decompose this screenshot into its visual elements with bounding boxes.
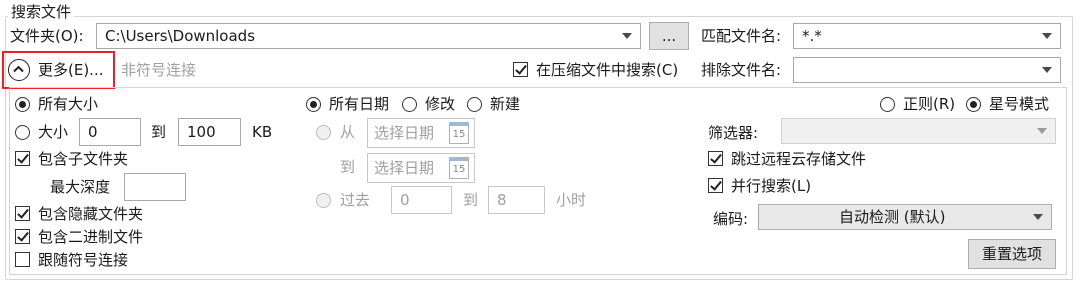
skip-cloud-label: 跳过远程云存储文件 xyxy=(731,150,867,168)
regex-radio[interactable] xyxy=(880,97,895,112)
folder-value: C:\Users\Downloads xyxy=(105,27,256,45)
search-compressed-checkbox[interactable] xyxy=(513,62,528,77)
past-radio[interactable] xyxy=(316,193,331,208)
include-subfolders-checkbox[interactable] xyxy=(15,151,30,166)
more-button[interactable]: 更多(E)... xyxy=(38,60,104,80)
date-from-label: 从 xyxy=(340,123,356,141)
folder-label: 文件夹(O): xyxy=(10,27,84,45)
past-min-input[interactable]: 0 xyxy=(391,186,452,214)
past-label: 过去 xyxy=(340,191,371,209)
all-dates-label: 所有日期 xyxy=(329,95,390,113)
past-max-value: 8 xyxy=(497,191,507,209)
include-binary-checkbox[interactable] xyxy=(15,229,30,244)
skip-cloud-checkbox[interactable] xyxy=(708,151,723,166)
include-binary-label: 包含二进制文件 xyxy=(38,228,144,246)
created-label: 新建 xyxy=(490,95,521,113)
match-name-combobox[interactable]: *.* xyxy=(793,23,1061,49)
all-sizes-label: 所有大小 xyxy=(38,95,99,113)
past-max-input[interactable]: 8 xyxy=(488,186,545,214)
date-to-input[interactable]: 选择日期 15 xyxy=(367,153,475,183)
created-radio[interactable] xyxy=(467,97,482,112)
chevron-down-icon[interactable] xyxy=(1042,67,1052,73)
size-min-value: 0 xyxy=(88,123,98,141)
wildcard-radio[interactable] xyxy=(966,97,981,112)
filter-combobox[interactable] xyxy=(781,118,1056,144)
past-min-value: 0 xyxy=(400,191,410,209)
size-range-label: 大小 xyxy=(38,123,69,141)
modified-radio[interactable] xyxy=(402,97,417,112)
folder-combobox[interactable]: C:\Users\Downloads xyxy=(96,23,641,49)
date-from-placeholder: 选择日期 xyxy=(374,124,435,142)
past-to-label: 到 xyxy=(463,191,479,209)
encoding-value: 自动检测 (默认) xyxy=(839,208,946,226)
date-from-input[interactable]: 选择日期 15 xyxy=(367,118,475,148)
modified-label: 修改 xyxy=(425,95,456,113)
size-min-input[interactable]: 0 xyxy=(79,118,141,146)
chevron-down-icon[interactable] xyxy=(622,33,632,39)
encoding-combobox[interactable]: 自动检测 (默认) xyxy=(758,204,1052,230)
exclude-name-combobox[interactable] xyxy=(793,57,1061,83)
parallel-search-label: 并行搜索(L) xyxy=(731,177,812,195)
size-unit-label: KB xyxy=(252,123,273,141)
filter-label: 筛选器: xyxy=(708,124,759,142)
calendar-icon[interactable]: 15 xyxy=(449,157,469,179)
include-hidden-label: 包含隐藏文件夹 xyxy=(38,205,144,223)
include-hidden-checkbox[interactable] xyxy=(15,206,30,221)
date-to-placeholder: 选择日期 xyxy=(374,159,435,177)
calendar-icon[interactable]: 15 xyxy=(449,122,469,144)
regex-label: 正则(R) xyxy=(903,95,956,113)
max-depth-label: 最大深度 xyxy=(50,178,111,196)
chevron-down-icon[interactable] xyxy=(1033,214,1043,220)
follow-symlinks-label: 跟随符号连接 xyxy=(38,251,129,269)
follow-symlinks-checkbox[interactable] xyxy=(15,252,30,267)
all-sizes-radio[interactable] xyxy=(15,97,30,112)
chevron-down-icon[interactable] xyxy=(1042,33,1052,39)
all-dates-radio[interactable] xyxy=(306,97,321,112)
chevron-down-icon[interactable] xyxy=(1037,128,1047,134)
size-max-input[interactable]: 100 xyxy=(178,118,241,146)
size-to-label: 到 xyxy=(151,123,167,141)
past-unit-label: 小时 xyxy=(556,191,587,209)
browse-button[interactable]: ... xyxy=(649,22,689,50)
group-title: 搜索文件 xyxy=(8,2,75,22)
match-name-label: 匹配文件名: xyxy=(701,27,782,45)
symlink-hint: 非符号连接 xyxy=(121,61,197,79)
size-range-radio[interactable] xyxy=(15,125,30,140)
encoding-label: 编码: xyxy=(713,210,749,228)
include-subfolders-label: 包含子文件夹 xyxy=(38,150,129,168)
max-depth-input[interactable] xyxy=(124,173,186,201)
date-range-radio[interactable] xyxy=(316,125,331,140)
search-compressed-label: 在压缩文件中搜索(C) xyxy=(536,61,679,79)
parallel-search-checkbox[interactable] xyxy=(708,178,723,193)
exclude-name-label: 排除文件名: xyxy=(701,61,782,79)
reset-options-button[interactable]: 重置选项 xyxy=(968,239,1056,269)
size-max-value: 100 xyxy=(187,123,216,141)
date-to-label: 到 xyxy=(340,158,356,176)
chevron-up-circle-icon[interactable] xyxy=(8,59,30,81)
wildcard-label: 星号模式 xyxy=(989,95,1050,113)
match-name-value: *.* xyxy=(802,27,822,45)
